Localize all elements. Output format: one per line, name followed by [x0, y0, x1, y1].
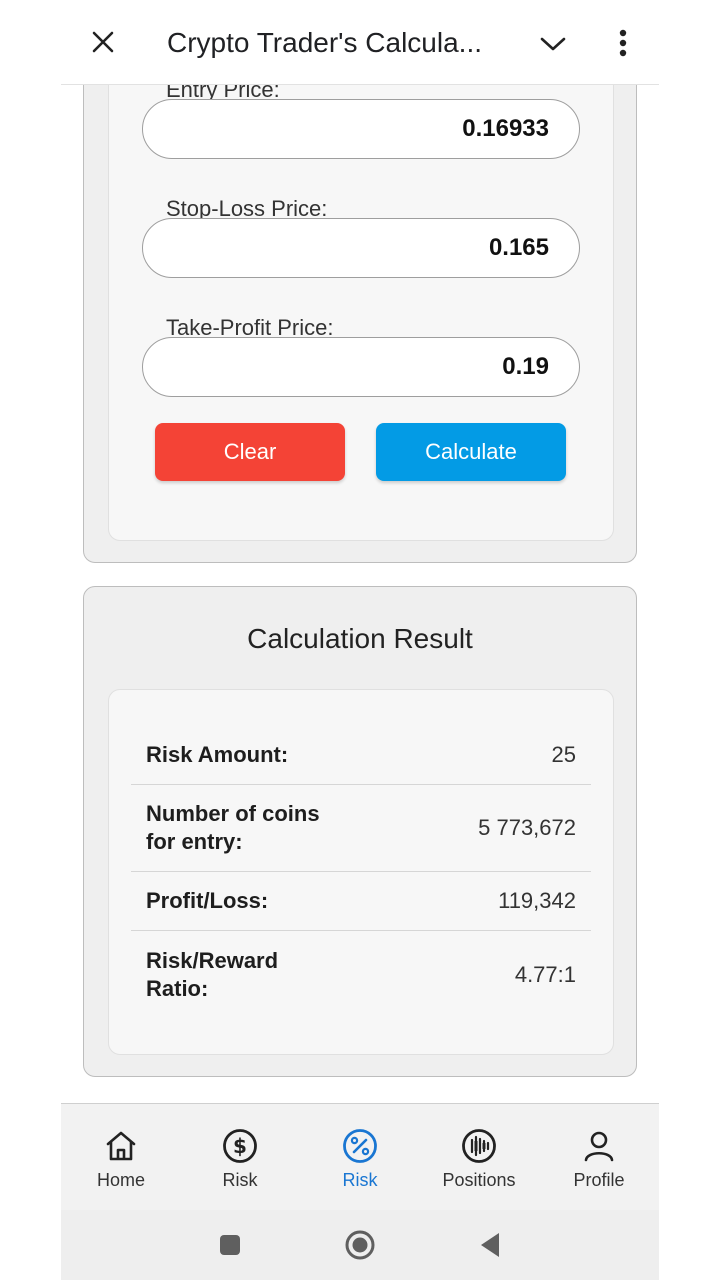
result-value: 119,342	[498, 888, 576, 913]
percent-circle-icon	[340, 1126, 380, 1166]
result-card: Calculation Result Risk Amount: 25 Numbe…	[83, 586, 637, 1077]
close-button[interactable]	[85, 24, 121, 60]
more-vert-icon	[619, 29, 627, 57]
calculate-button[interactable]: Calculate	[376, 423, 566, 481]
nav-positions[interactable]: Positions	[424, 1126, 534, 1196]
nav-risk-percent[interactable]: Risk	[305, 1126, 415, 1196]
take-profit-input[interactable]	[142, 337, 580, 397]
nav-label: Positions	[442, 1170, 516, 1190]
result-row-coins: Number of coins for entry: 5 773,672	[131, 785, 591, 872]
nav-profile[interactable]: Profile	[544, 1126, 654, 1196]
stop-loss-input[interactable]	[142, 218, 580, 278]
app-header: Crypto Trader's Calcula...	[61, 0, 659, 85]
nav-risk-dollar[interactable]: $ Risk	[185, 1126, 295, 1196]
entry-price-input[interactable]	[142, 99, 580, 159]
home-system-button[interactable]	[343, 1228, 377, 1262]
svg-text:$: $	[233, 1134, 247, 1158]
nav-label: Risk	[342, 1170, 378, 1190]
nav-label: Risk	[222, 1170, 258, 1190]
more-menu-button[interactable]	[609, 24, 637, 62]
nav-home[interactable]: Home	[66, 1126, 176, 1196]
clear-button[interactable]: Clear	[155, 423, 345, 481]
back-button[interactable]	[473, 1228, 507, 1262]
result-label: Risk Amount:	[146, 742, 289, 767]
close-icon	[92, 31, 114, 53]
result-label: Profit/Loss:	[146, 888, 269, 913]
nav-label: Home	[96, 1170, 145, 1190]
recents-button[interactable]	[213, 1228, 247, 1262]
result-row-risk-amount: Risk Amount: 25	[131, 726, 591, 785]
back-triangle-icon	[481, 1233, 499, 1257]
square-icon	[220, 1235, 240, 1255]
input-card-inner: Entry Price: Stop-Loss Price: Take-Profi…	[108, 85, 614, 541]
bottom-nav: Home $ Risk Risk Positions Profile	[61, 1103, 659, 1210]
result-table: Risk Amount: 25 Number of coins for entr…	[108, 689, 614, 1055]
input-card: Entry Price: Stop-Loss Price: Take-Profi…	[83, 85, 637, 563]
system-nav-bar	[61, 1210, 659, 1280]
home-icon	[101, 1126, 141, 1166]
app-window: Crypto Trader's Calcula... Entry Price: …	[61, 0, 659, 1280]
result-row-profit-loss: Profit/Loss: 119,342	[131, 872, 591, 931]
result-label: Risk/Reward Ratio:	[146, 947, 279, 1001]
person-icon	[579, 1126, 619, 1166]
result-value: 25	[551, 742, 576, 767]
result-label: Number of coins for entry:	[146, 801, 320, 854]
expand-button[interactable]	[535, 26, 571, 62]
result-row-risk-reward: Risk/Reward Ratio: 4.77:1	[131, 931, 591, 1018]
scroll-content[interactable]: Entry Price: Stop-Loss Price: Take-Profi…	[61, 85, 659, 1103]
dollar-circle-icon: $	[220, 1126, 260, 1166]
result-value: 4.77:1	[514, 961, 576, 987]
circle-icon	[345, 1230, 375, 1260]
page-title: Crypto Trader's Calcula...	[167, 27, 483, 58]
candlestick-icon	[459, 1126, 499, 1166]
result-title: Calculation Result	[247, 623, 473, 654]
nav-label: Profile	[573, 1170, 625, 1190]
chevron-down-icon	[540, 37, 566, 51]
result-value: 5 773,672	[478, 815, 576, 840]
